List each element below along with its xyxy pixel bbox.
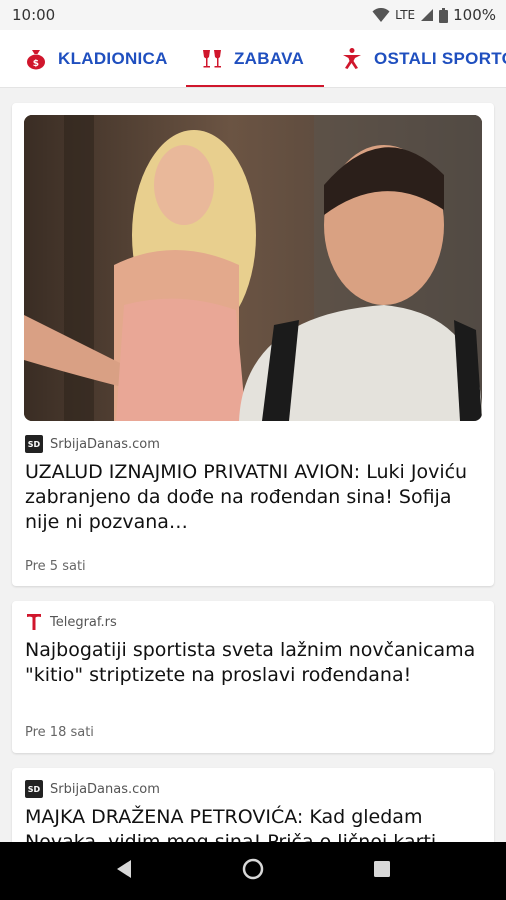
source-name: SrbijaDanas.com	[50, 781, 160, 797]
article-source: SD SrbijaDanas.com	[25, 435, 160, 453]
network-type-label: LTE	[395, 8, 416, 22]
back-button[interactable]	[104, 851, 144, 891]
tab-ostali-sportovi[interactable]: OSTALI SPORTOVI	[326, 30, 506, 87]
article-source: Telegraf.rs	[25, 613, 117, 631]
article-headline[interactable]: Najbogatiji sportista sveta lažnim novča…	[25, 638, 483, 688]
signal-icon	[420, 8, 434, 22]
article-image	[24, 115, 482, 421]
article-card[interactable]: SD SrbijaDanas.com MAJKA DRAŽENA PETROVI…	[12, 768, 494, 842]
tab-ostali-sportovi-label: OSTALI SPORTOVI	[374, 49, 506, 68]
money-bag-icon: $	[24, 47, 48, 71]
home-button[interactable]	[233, 851, 273, 891]
article-time: Pre 18 sati	[25, 725, 94, 740]
telegraf-logo-icon	[25, 613, 43, 631]
tab-kladionica-label: KLADIONICA	[58, 49, 168, 68]
article-card[interactable]: Telegraf.rs Najbogatiji sportista sveta …	[12, 601, 494, 753]
srbijadanas-logo-icon: SD	[25, 780, 43, 798]
wifi-icon	[372, 7, 390, 23]
status-icons: LTE 100%	[372, 6, 496, 24]
recents-button[interactable]	[362, 851, 402, 891]
source-name: Telegraf.rs	[50, 614, 117, 630]
home-icon	[242, 858, 264, 884]
source-name: SrbijaDanas.com	[50, 436, 160, 452]
tab-zabava-label: ZABAVA	[234, 49, 305, 68]
article-headline[interactable]: MAJKA DRAŽENA PETROVIĆA: Kad gledam Nova…	[25, 805, 483, 842]
article-time: Pre 5 sati	[25, 559, 86, 574]
status-bar: 10:00 LTE 100%	[0, 0, 506, 30]
article-card[interactable]: SD SrbijaDanas.com UZALUD IZNAJMIO PRIVA…	[12, 103, 494, 586]
category-tabs: $ KLADIONICA ZABAVA OSTALI SPORTOVI	[0, 30, 506, 88]
system-nav-bar	[0, 842, 506, 900]
wine-glasses-icon	[200, 47, 224, 71]
battery-level: 100%	[453, 6, 496, 24]
tab-kladionica[interactable]: $ KLADIONICA	[10, 30, 185, 87]
back-icon	[115, 859, 133, 883]
status-time: 10:00	[12, 6, 56, 24]
recents-icon	[373, 860, 391, 882]
tab-zabava[interactable]: ZABAVA	[186, 30, 324, 87]
svg-text:$: $	[33, 59, 40, 69]
article-source: SD SrbijaDanas.com	[25, 780, 160, 798]
news-feed[interactable]: SD SrbijaDanas.com UZALUD IZNAJMIO PRIVA…	[0, 88, 506, 842]
srbijadanas-logo-icon: SD	[25, 435, 43, 453]
battery-icon	[439, 7, 449, 23]
article-headline[interactable]: UZALUD IZNAJMIO PRIVATNI AVION: Luki Jov…	[25, 460, 483, 535]
runner-icon	[340, 47, 364, 71]
